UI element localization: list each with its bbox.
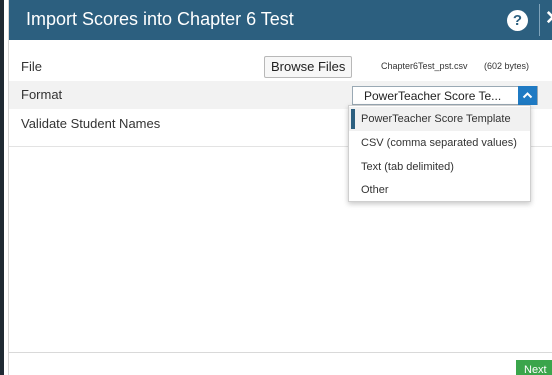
format-option-label: PowerTeacher Score Template xyxy=(361,113,511,125)
dialog-title: Import Scores into Chapter 6 Test xyxy=(26,9,294,29)
titlebar-separator xyxy=(539,4,540,36)
format-option[interactable]: CSV (comma separated values) xyxy=(349,131,530,155)
format-option-label: Text (tab delimited) xyxy=(361,161,454,173)
validate-names-label: Validate Student Names xyxy=(21,116,161,131)
import-scores-dialog: Import Scores into Chapter 6 Test ? ✕ Fi… xyxy=(0,0,552,375)
file-label: File xyxy=(21,59,42,74)
help-icon[interactable]: ? xyxy=(507,10,528,31)
background-window-bar xyxy=(0,0,4,375)
background-window-edge xyxy=(0,0,9,375)
footer-divider xyxy=(9,352,552,353)
next-button[interactable]: Next xyxy=(516,360,552,375)
format-select[interactable]: PowerTeacher Score Te... xyxy=(352,86,538,105)
chevron-up-icon[interactable] xyxy=(518,86,537,105)
format-option[interactable]: Other xyxy=(349,178,530,202)
format-dropdown-menu: PowerTeacher Score Template CSV (comma s… xyxy=(348,105,531,202)
format-label: Format xyxy=(21,87,63,102)
file-row: File Browse Files Chapter6Test_pst.csv (… xyxy=(9,52,552,80)
selected-file-size: (602 bytes) xyxy=(484,61,530,71)
dialog-titlebar: Import Scores into Chapter 6 Test ? ✕ xyxy=(9,0,552,40)
format-select-value: PowerTeacher Score Te... xyxy=(364,89,502,103)
format-option[interactable]: PowerTeacher Score Template xyxy=(349,107,530,131)
format-option-label: Other xyxy=(361,184,389,196)
format-option-label: CSV (comma separated values) xyxy=(361,137,517,149)
close-icon[interactable]: ✕ xyxy=(545,8,552,30)
browse-files-button[interactable]: Browse Files xyxy=(264,56,353,78)
format-option[interactable]: Text (tab delimited) xyxy=(349,155,530,179)
selected-file-name: Chapter6Test_pst.csv xyxy=(381,61,468,71)
